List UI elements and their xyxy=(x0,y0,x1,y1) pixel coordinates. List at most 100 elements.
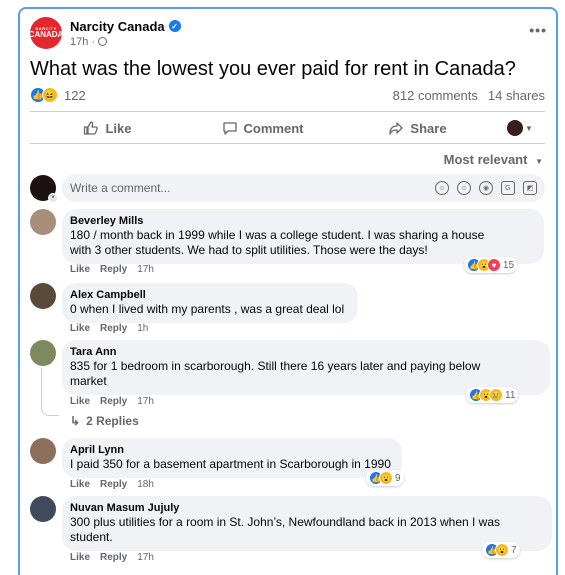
comment-reactions[interactable]: 👍 😮 😢 11 xyxy=(466,387,519,403)
chevron-down-icon: ▼ xyxy=(525,123,533,133)
comment-text: market xyxy=(70,374,107,388)
comment-reply-button[interactable]: Reply xyxy=(100,479,127,490)
comment-text: I paid 350 for a basement apartment in S… xyxy=(70,457,391,471)
comment-reaction-count: 15 xyxy=(503,259,515,271)
comment-bubble: Alex Campbell 0 when I lived with my par… xyxy=(62,283,358,323)
post-text: What was the lowest you ever paid for re… xyxy=(30,58,516,80)
comment-author[interactable]: Tara Ann xyxy=(70,345,540,359)
wow-reaction-icon: 😮 xyxy=(495,543,509,557)
comment-bubble: Nuvan Masum Jujuly 300 plus utilities fo… xyxy=(62,496,552,551)
comment-reactions[interactable]: 👍 😮 9 xyxy=(366,470,404,486)
comment-author[interactable]: Beverley Mills xyxy=(70,214,534,228)
comment-author[interactable]: Nuvan Masum Jujuly xyxy=(70,501,542,515)
more-options-button[interactable]: ••• xyxy=(529,22,547,38)
share-button[interactable]: Share xyxy=(340,120,495,136)
sticker-icon[interactable]: ◩ xyxy=(523,181,537,195)
reaction-count[interactable]: 122 xyxy=(64,88,86,103)
divider xyxy=(30,111,545,112)
page-logo[interactable]: NARCITY CANADA xyxy=(28,17,64,49)
comment-bubble: April Lynn I paid 350 for a basement apa… xyxy=(62,438,402,478)
comment-reaction-count: 11 xyxy=(505,389,516,401)
reply-thread-line xyxy=(41,368,59,416)
shares-count[interactable]: 14 shares xyxy=(488,88,545,103)
divider xyxy=(30,143,545,144)
verified-icon: ✓ xyxy=(168,20,181,32)
avatar[interactable] xyxy=(30,340,56,366)
share-icon xyxy=(389,122,404,135)
comment-input[interactable]: Write a comment... ☺ ☺ ◉ G ◩ xyxy=(62,174,545,202)
like-button-label: Like xyxy=(105,120,132,136)
like-button[interactable]: Like xyxy=(30,120,185,136)
comment-reaction-count: 7 xyxy=(511,544,517,556)
avatar-sticker-icon[interactable]: ☺ xyxy=(435,181,449,195)
comment-reactions[interactable]: 👍 😮 7 xyxy=(482,542,520,558)
avatar[interactable] xyxy=(30,209,56,235)
avatar[interactable] xyxy=(30,438,56,464)
comment-text: 180 / month back in 1999 while I was a c… xyxy=(70,228,485,242)
comment-actions: Like Reply 18h xyxy=(70,479,154,490)
logo-line2: CANADA xyxy=(28,30,64,39)
comment-actions: Like Reply 17h xyxy=(70,264,154,275)
comment-reaction-count: 9 xyxy=(395,472,401,484)
haha-reaction-icon: 😆 xyxy=(42,87,58,103)
sort-dropdown[interactable]: Most relevant ▼ xyxy=(444,152,543,167)
page-name[interactable]: Narcity Canada xyxy=(70,19,165,34)
avatar xyxy=(507,120,524,136)
comment-reply-button[interactable]: Reply xyxy=(100,264,127,275)
thumbs-up-icon xyxy=(84,121,99,135)
chevron-down-icon: ˅ xyxy=(48,193,58,203)
comment-time[interactable]: 17h xyxy=(137,552,154,563)
share-button-label: Share xyxy=(410,120,447,136)
comment-reactions[interactable]: 👍 😮 ♥ 15 xyxy=(464,257,518,273)
reply-arrow-icon: ↳ xyxy=(70,414,81,428)
post-time[interactable]: 17h xyxy=(70,36,88,48)
comment-like-button[interactable]: Like xyxy=(70,323,90,334)
comment-actions: Like Reply 1h xyxy=(70,323,148,334)
comment-button[interactable]: Comment xyxy=(185,120,340,136)
comment-icon xyxy=(222,122,237,135)
comment-composer: ˅ Write a comment... ☺ ☺ ◉ G ◩ xyxy=(30,174,545,203)
comment-author[interactable]: April Lynn xyxy=(70,443,392,457)
comment-bubble: Beverley Mills 180 / month back in 1999 … xyxy=(62,209,544,264)
avatar[interactable]: ˅ xyxy=(30,175,58,203)
comment-author[interactable]: Alex Campbell xyxy=(70,288,348,302)
comment-time[interactable]: 18h xyxy=(137,479,154,490)
replies-label: 2 Replies xyxy=(86,414,139,428)
comment-button-label: Comment xyxy=(243,120,304,136)
comment-like-button[interactable]: Like xyxy=(70,552,90,563)
chevron-down-icon: ▼ xyxy=(535,157,543,166)
globe-icon xyxy=(98,37,108,46)
gif-icon[interactable]: G xyxy=(501,181,515,195)
comment-reply-button[interactable]: Reply xyxy=(100,396,127,407)
sort-label: Most relevant xyxy=(443,152,528,167)
comment-text: 835 for 1 bedroom in scarborough. Still … xyxy=(70,359,481,373)
comment-input-placeholder: Write a comment... xyxy=(70,181,171,195)
comment-text: 0 when I lived with my parents , was a g… xyxy=(70,302,345,316)
avatar[interactable] xyxy=(30,496,56,522)
avatar[interactable] xyxy=(30,283,56,309)
love-reaction-icon: ♥ xyxy=(487,258,501,272)
post-stats: 👍 😆 122 812 comments 14 shares xyxy=(30,85,545,105)
comment-reply-button[interactable]: Reply xyxy=(100,323,127,334)
comment-like-button[interactable]: Like xyxy=(70,479,90,490)
sad-reaction-icon: 😢 xyxy=(489,388,503,402)
post-reactions[interactable]: 👍 😆 xyxy=(30,87,58,103)
comment-text: with 3 other students. We had to split u… xyxy=(70,243,428,257)
comment-like-button[interactable]: Like xyxy=(70,396,90,407)
audience-selector[interactable]: ▼ xyxy=(495,120,545,136)
comment-time[interactable]: 17h xyxy=(137,264,154,275)
action-bar: Like Comment Share ▼ xyxy=(30,113,545,143)
post-header: NARCITY CANADA Narcity Canada ✓ 17h · xyxy=(28,17,181,49)
comment-time[interactable]: 17h xyxy=(137,396,154,407)
comment-actions: Like Reply 17h xyxy=(70,552,154,563)
view-replies-button[interactable]: ↳ 2 Replies xyxy=(70,414,139,428)
comment-reply-button[interactable]: Reply xyxy=(100,552,127,563)
comment-time[interactable]: 1h xyxy=(137,323,148,334)
camera-icon[interactable]: ◉ xyxy=(479,181,493,195)
comment-actions: Like Reply 17h xyxy=(70,396,154,407)
wow-reaction-icon: 😮 xyxy=(379,471,393,485)
comment-like-button[interactable]: Like xyxy=(70,264,90,275)
comment-text: 300 plus utilities for a room in St. Joh… xyxy=(70,515,501,529)
comments-count[interactable]: 812 comments xyxy=(393,88,478,103)
emoji-icon[interactable]: ☺ xyxy=(457,181,471,195)
